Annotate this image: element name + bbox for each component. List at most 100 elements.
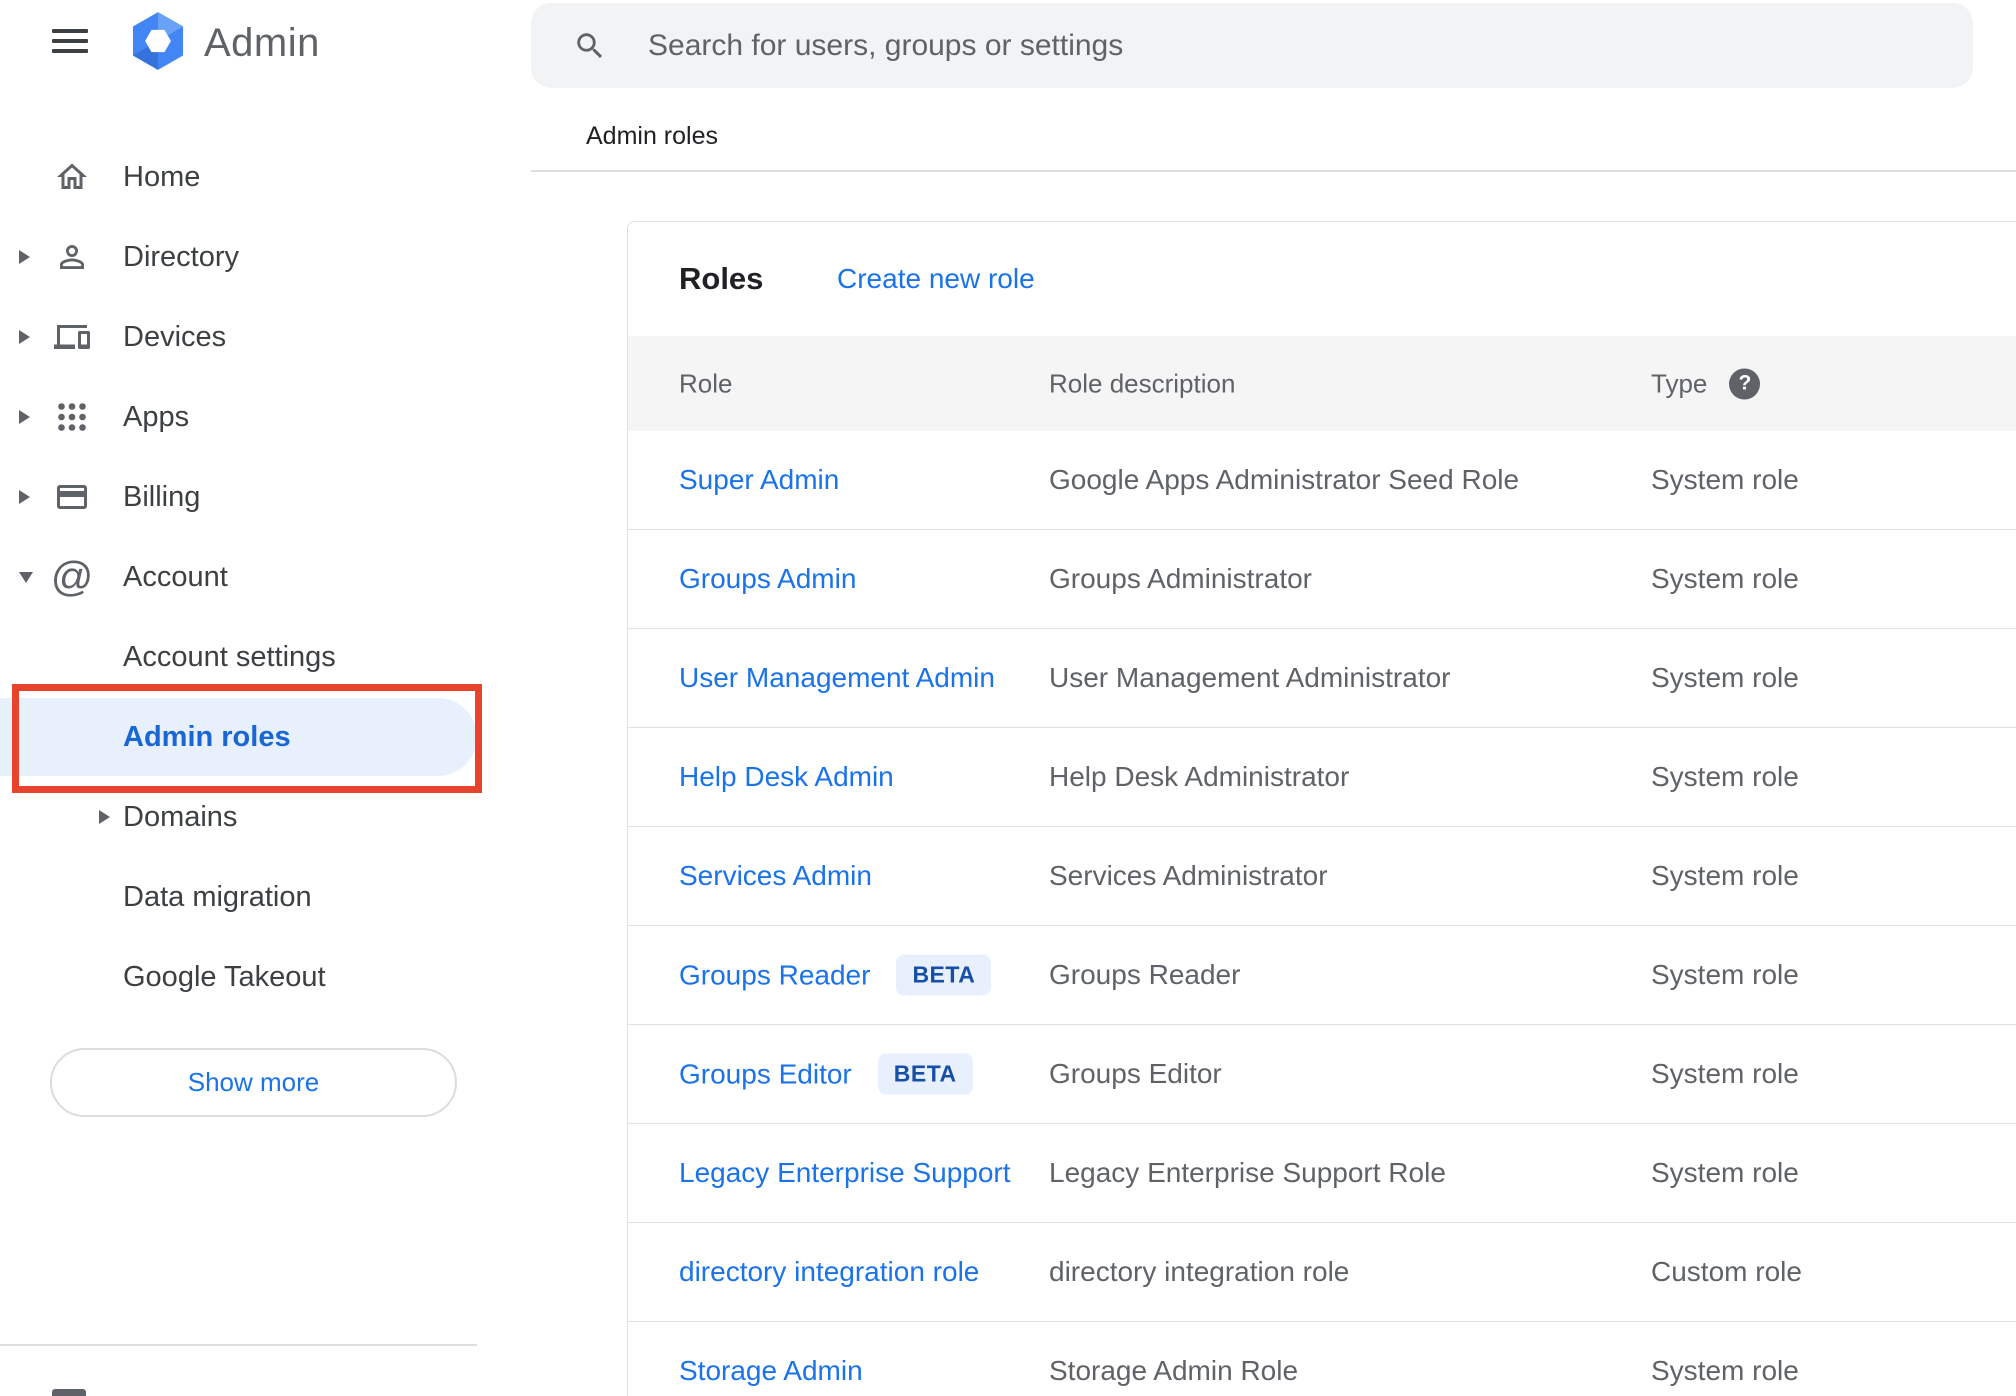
sidebar-item-devices[interactable]: Devices — [0, 297, 531, 377]
chevron-right-icon[interactable] — [99, 810, 110, 824]
sidebar-item-label: Directory — [123, 240, 240, 273]
column-header-role: Role — [679, 368, 733, 398]
content-divider — [531, 170, 2016, 172]
role-cell: Groups Editor BETA — [679, 1053, 973, 1095]
show-more-button[interactable]: Show more — [50, 1048, 457, 1117]
table-row: Super Admin Google Apps Administrator See… — [628, 431, 2016, 530]
role-type: System role — [1651, 1058, 1799, 1089]
hamburger-menu-icon[interactable] — [52, 29, 88, 53]
role-cell: Legacy Enterprise Support — [679, 1157, 1011, 1189]
table-row: Legacy Enterprise Support Legacy Enterpri… — [628, 1124, 2016, 1223]
role-description: directory integration role — [1049, 1256, 1350, 1287]
sidebar-item-billing[interactable]: Billing — [0, 457, 531, 537]
sidebar-item-home[interactable]: Home — [0, 137, 531, 217]
role-type: System role — [1651, 464, 1799, 495]
role-link[interactable]: Storage Admin — [679, 1355, 863, 1387]
table-row: Help Desk Admin Help Desk Administrator Sy… — [628, 728, 2016, 827]
role-description: User Management Administrator — [1049, 662, 1451, 693]
billing-icon — [54, 479, 90, 515]
role-link[interactable]: Groups Admin — [679, 563, 856, 595]
sidebar-item-google-takeout[interactable]: Google Takeout — [0, 937, 531, 1017]
sidebar-item-account[interactable]: @ Account — [0, 537, 531, 617]
sidebar-item-label: Billing — [123, 480, 201, 513]
sidebar-item-label: Account settings — [123, 640, 336, 673]
role-link[interactable]: Services Admin — [679, 860, 872, 892]
role-link[interactable]: Groups Reader — [679, 959, 870, 991]
role-type: Custom role — [1651, 1256, 1802, 1287]
roles-card: Roles Create new role Role Role descript… — [627, 221, 2016, 1396]
breadcrumb: Admin roles — [586, 122, 718, 150]
role-cell: Groups Admin — [679, 563, 856, 595]
role-description: Help Desk Administrator — [1049, 761, 1350, 792]
partial-bottom-icon — [52, 1389, 86, 1396]
table-row: Groups Editor BETA Groups Editor System rol… — [628, 1025, 2016, 1124]
roles-card-header: Roles Create new role — [628, 222, 2016, 336]
role-type: System role — [1651, 860, 1799, 891]
chevron-down-icon[interactable] — [19, 566, 33, 588]
role-type: System role — [1651, 1355, 1799, 1386]
search-bar[interactable] — [531, 3, 1973, 88]
sidebar: Admin Home Directory Devices Apps Billing @ Ac… — [0, 0, 531, 1396]
role-type: System role — [1651, 959, 1799, 990]
admin-logo[interactable]: Admin — [127, 9, 320, 77]
role-type: System role — [1651, 662, 1799, 693]
role-cell: Help Desk Admin — [679, 761, 894, 793]
chevron-right-icon[interactable] — [19, 486, 32, 508]
role-cell: Storage Admin — [679, 1355, 863, 1387]
person-icon — [54, 239, 90, 275]
roles-table-body: Super Admin Google Apps Administrator See… — [628, 431, 2016, 1396]
devices-icon — [54, 319, 90, 355]
table-row: Services Admin Services Administrator Syst… — [628, 827, 2016, 926]
beta-badge: BETA — [896, 954, 992, 996]
chevron-right-icon[interactable] — [19, 326, 32, 348]
card-title: Roles — [679, 261, 764, 296]
sidebar-item-label: Data migration — [123, 880, 312, 913]
sidebar-item-label: Domains — [123, 800, 238, 833]
sidebar-item-account-settings[interactable]: Account settings — [0, 617, 531, 697]
admin-logo-text: Admin — [204, 20, 320, 65]
role-description: Legacy Enterprise Support Role — [1049, 1157, 1446, 1188]
help-icon[interactable]: ? — [1729, 368, 1761, 399]
role-description: Groups Reader — [1049, 959, 1241, 990]
role-description: Groups Editor — [1049, 1058, 1222, 1089]
role-description: Services Administrator — [1049, 860, 1328, 891]
chevron-right-icon[interactable] — [19, 406, 32, 428]
sidebar-item-label: Admin roles — [123, 720, 291, 753]
column-header-role-description: Role description — [1049, 368, 1236, 398]
sidebar-item-data-migration[interactable]: Data migration — [0, 857, 531, 937]
table-row: directory integration role directory inte… — [628, 1223, 2016, 1322]
create-new-role-link[interactable]: Create new role — [837, 263, 1035, 295]
role-link[interactable]: Super Admin — [679, 464, 839, 496]
role-cell: Groups Reader BETA — [679, 954, 992, 996]
role-type: System role — [1651, 563, 1799, 594]
role-cell: User Management Admin — [679, 662, 995, 694]
sidebar-item-label: Devices — [123, 320, 227, 353]
admin-logo-hexagon-icon — [127, 10, 189, 77]
role-link[interactable]: Help Desk Admin — [679, 761, 894, 793]
role-description: Google Apps Administrator Seed Role — [1049, 464, 1520, 495]
beta-badge: BETA — [877, 1053, 973, 1095]
sidebar-item-label: Apps — [123, 400, 190, 433]
home-icon — [54, 159, 90, 195]
table-row: Groups Admin Groups Administrator System r… — [628, 530, 2016, 629]
chevron-right-icon[interactable] — [19, 246, 32, 268]
sidebar-item-domains[interactable]: Domains — [0, 777, 531, 857]
role-link[interactable]: directory integration role — [679, 1256, 979, 1288]
role-link[interactable]: Groups Editor — [679, 1058, 852, 1090]
column-header-type-label: Type — [1651, 368, 1708, 398]
role-link[interactable]: User Management Admin — [679, 662, 995, 694]
sidebar-item-label: Account — [123, 560, 228, 593]
role-cell: Super Admin — [679, 464, 839, 496]
search-input[interactable] — [531, 3, 1973, 88]
role-cell: directory integration role — [679, 1256, 979, 1288]
role-link[interactable]: Legacy Enterprise Support — [679, 1157, 1011, 1189]
sidebar-item-apps[interactable]: Apps — [0, 377, 531, 457]
table-row: Storage Admin Storage Admin Role System ro… — [628, 1322, 2016, 1396]
sidebar-item-directory[interactable]: Directory — [0, 217, 531, 297]
at-icon: @ — [50, 553, 94, 600]
sidebar-item-admin-roles[interactable]: Admin roles — [0, 684, 531, 793]
role-type: System role — [1651, 1157, 1799, 1188]
table-row: Groups Reader BETA Groups Reader System rol… — [628, 926, 2016, 1025]
role-description: Groups Administrator — [1049, 563, 1312, 594]
